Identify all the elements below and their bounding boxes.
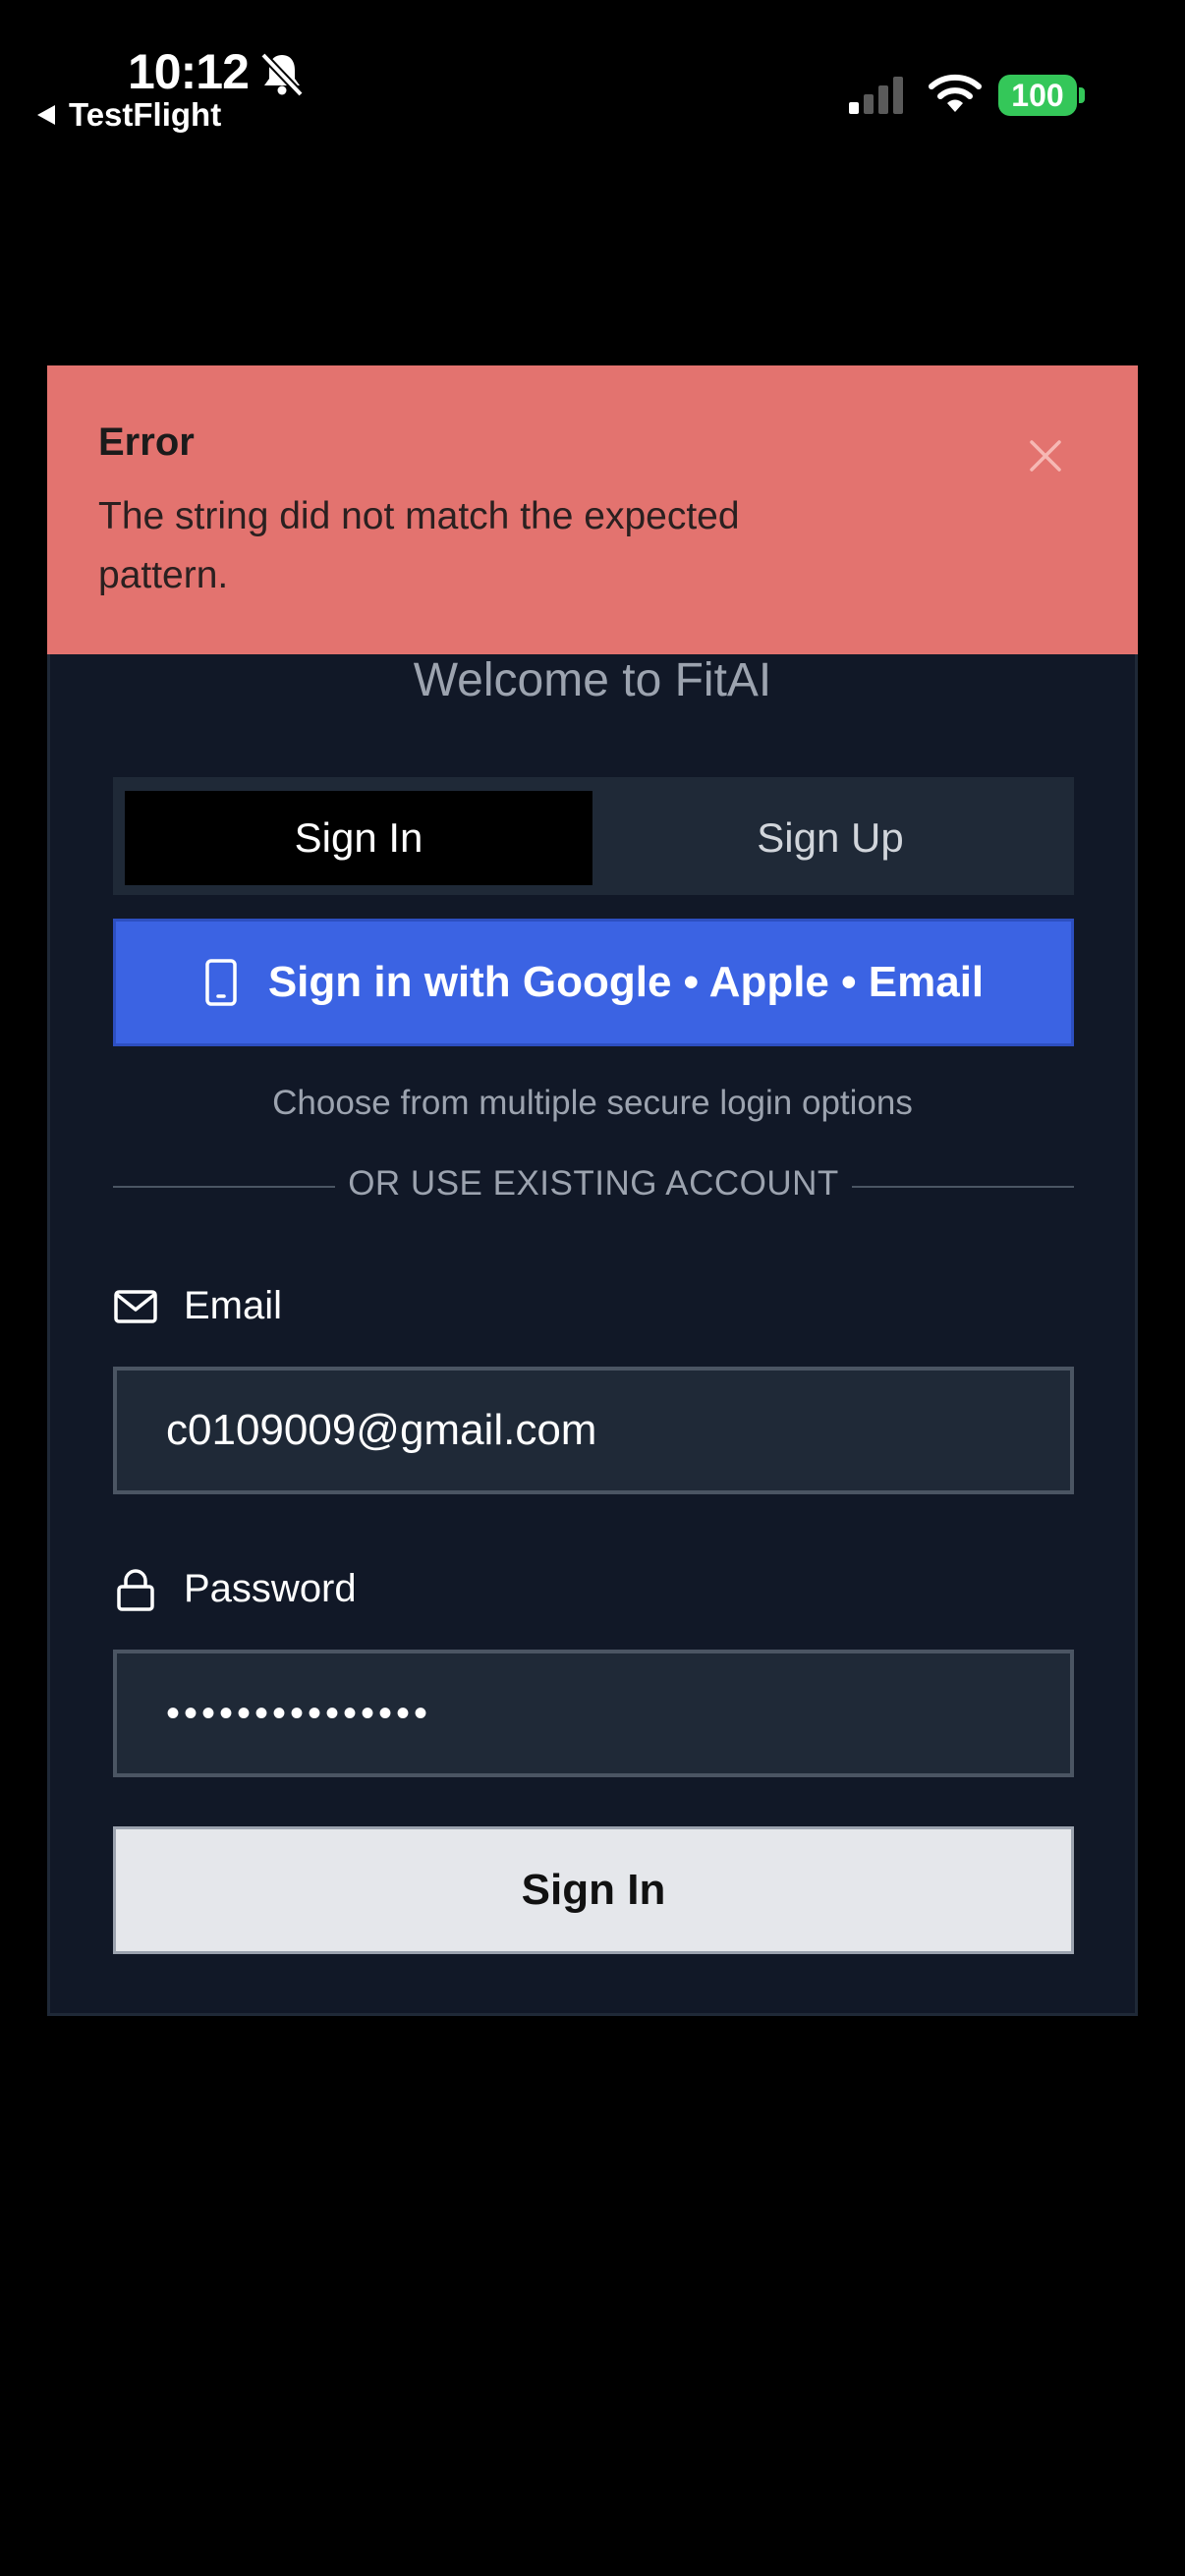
password-label-text: Password bbox=[184, 1567, 357, 1610]
email-field[interactable]: c0109009@gmail.com bbox=[113, 1367, 1074, 1494]
status-bar: 10:12 TestFlight 100 bbox=[0, 0, 1185, 147]
divider-label: OR USE EXISTING ACCOUNT bbox=[348, 1164, 839, 1203]
email-label: Email bbox=[113, 1284, 282, 1328]
battery-level: 100 bbox=[1011, 77, 1064, 113]
mail-icon bbox=[114, 1289, 157, 1323]
provider-hint: Choose from multiple secure login option… bbox=[272, 1084, 913, 1122]
sign-in-submit-button[interactable]: Sign In bbox=[113, 1826, 1074, 1954]
toast-message: The string did not match the expected pa… bbox=[98, 495, 740, 596]
battery-tip bbox=[1079, 87, 1085, 103]
error-toast: Error The string did not match the expec… bbox=[47, 365, 1138, 654]
back-to-testflight[interactable]: TestFlight bbox=[35, 96, 221, 134]
bell-slash-icon bbox=[260, 52, 304, 97]
password-label: Password bbox=[113, 1567, 357, 1611]
smartphone-icon bbox=[205, 959, 237, 1006]
welcome-title: Welcome to FitAI bbox=[413, 654, 772, 706]
lock-icon bbox=[117, 1568, 154, 1611]
battery-icon: 100 bbox=[998, 75, 1077, 116]
auth-tabs: Sign In Sign Up bbox=[113, 777, 1074, 895]
provider-sign-in-label: Sign in with Google • Apple • Email bbox=[267, 958, 985, 1006]
close-icon[interactable] bbox=[1028, 438, 1063, 474]
password-field[interactable]: ••••••••••••••• bbox=[113, 1650, 1074, 1777]
cellular-signal-icon bbox=[849, 77, 903, 114]
or-divider: OR USE EXISTING ACCOUNT bbox=[113, 1164, 1074, 1207]
toast-title: Error bbox=[98, 420, 195, 464]
tab-sign-up[interactable]: Sign Up bbox=[596, 791, 1064, 885]
divider-line-right bbox=[852, 1186, 1074, 1188]
tab-sign-in[interactable]: Sign In bbox=[125, 791, 592, 885]
status-time: 10:12 bbox=[128, 44, 250, 99]
back-caret-icon bbox=[37, 105, 55, 125]
provider-sign-in-button[interactable]: Sign in with Google • Apple • Email bbox=[113, 919, 1074, 1046]
back-app-label: TestFlight bbox=[69, 96, 222, 133]
wifi-icon bbox=[929, 74, 982, 112]
email-label-text: Email bbox=[184, 1284, 283, 1327]
